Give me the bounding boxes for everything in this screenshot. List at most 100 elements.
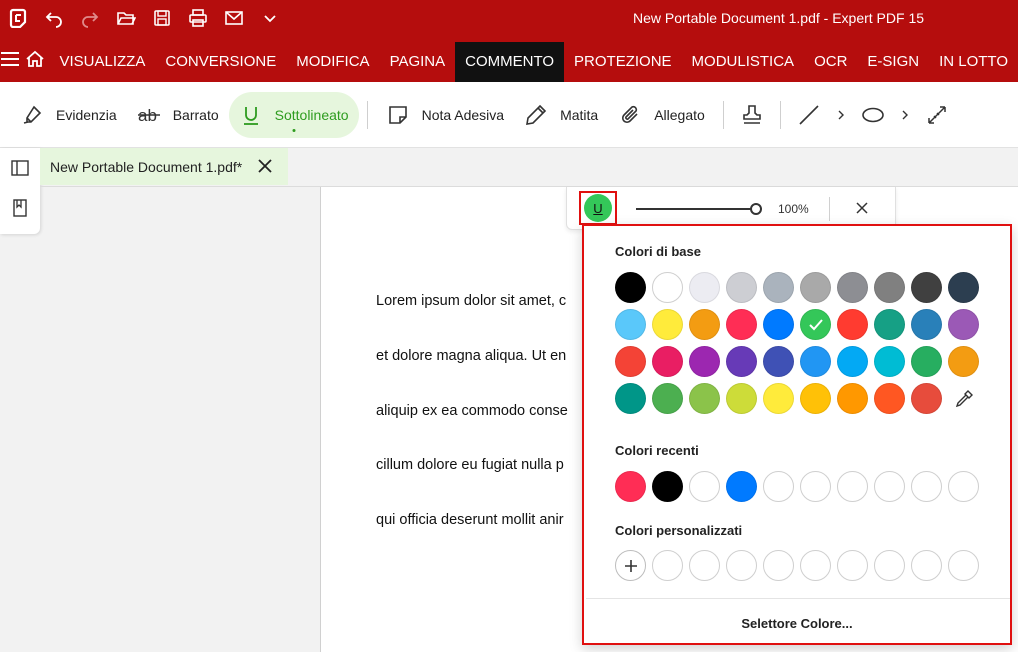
- color-swatch[interactable]: [948, 346, 979, 377]
- line-icon[interactable]: [789, 92, 829, 138]
- chevron-right-icon[interactable]: [829, 92, 853, 138]
- custom-colors-title: Colori personalizzati: [615, 523, 743, 538]
- highlight-button[interactable]: Evidenzia: [10, 92, 127, 138]
- recent-color-swatch[interactable]: [726, 471, 757, 502]
- custom-color-slot[interactable]: [837, 550, 868, 581]
- color-swatch[interactable]: [911, 383, 942, 414]
- close-tab-icon[interactable]: [256, 157, 274, 175]
- sticky-note-button[interactable]: Nota Adesiva: [376, 92, 515, 138]
- menu-protezione[interactable]: PROTEZIONE: [564, 36, 682, 82]
- custom-color-slot[interactable]: [652, 550, 683, 581]
- menu-pagina[interactable]: PAGINA: [380, 36, 456, 82]
- color-swatch[interactable]: [615, 309, 646, 340]
- color-swatch[interactable]: [763, 272, 794, 303]
- color-selector-button[interactable]: Selettore Colore...: [584, 610, 1010, 638]
- home-icon[interactable]: [20, 36, 50, 82]
- add-custom-color-button[interactable]: [615, 550, 646, 581]
- color-swatch[interactable]: [615, 272, 646, 303]
- ellipse-icon[interactable]: [853, 92, 893, 138]
- color-swatch[interactable]: [763, 346, 794, 377]
- color-swatch[interactable]: [911, 272, 942, 303]
- color-swatch[interactable]: [837, 346, 868, 377]
- color-swatch-button[interactable]: U: [579, 191, 617, 225]
- pencil-button[interactable]: Matita: [514, 92, 608, 138]
- menu-in-lotto[interactable]: IN LOTTO: [929, 36, 1018, 82]
- recent-color-swatch[interactable]: [689, 471, 720, 502]
- color-swatch[interactable]: [689, 346, 720, 377]
- stamp-icon[interactable]: [732, 92, 772, 138]
- recent-color-swatch[interactable]: [652, 471, 683, 502]
- panel-toggle-icon[interactable]: [0, 148, 40, 188]
- ribbon-toolbar: Evidenzia ab Barrato Sottolineato Nota A…: [0, 82, 1018, 148]
- custom-color-slot[interactable]: [911, 550, 942, 581]
- color-swatch[interactable]: [874, 383, 905, 414]
- color-swatch[interactable]: [911, 346, 942, 377]
- color-swatch[interactable]: [948, 309, 979, 340]
- color-swatch[interactable]: [837, 272, 868, 303]
- color-swatch[interactable]: [874, 309, 905, 340]
- save-icon[interactable]: [144, 0, 180, 36]
- color-swatch[interactable]: [800, 346, 831, 377]
- strikethrough-button[interactable]: ab Barrato: [127, 92, 229, 138]
- app-logo-icon[interactable]: [0, 0, 36, 36]
- custom-color-slot[interactable]: [800, 550, 831, 581]
- color-swatch[interactable]: [911, 309, 942, 340]
- color-swatch[interactable]: [652, 346, 683, 377]
- document-tab[interactable]: New Portable Document 1.pdf*: [40, 148, 288, 185]
- menu-e-sign[interactable]: E-SIGN: [857, 36, 929, 82]
- ribbon-separator: [779, 100, 781, 129]
- color-swatch[interactable]: [837, 383, 868, 414]
- custom-color-slot[interactable]: [689, 550, 720, 581]
- menu-commento[interactable]: COMMENTO: [455, 42, 565, 82]
- email-icon[interactable]: [216, 0, 252, 36]
- color-swatch[interactable]: [800, 383, 831, 414]
- recent-color-swatch[interactable]: [615, 471, 646, 502]
- color-swatch[interactable]: [652, 309, 683, 340]
- print-icon[interactable]: [180, 0, 216, 36]
- color-swatch[interactable]: [689, 309, 720, 340]
- menu-bar: VISUALIZZA CONVERSIONE MODIFICA PAGINA C…: [0, 36, 1018, 82]
- color-swatch[interactable]: [763, 309, 794, 340]
- chevron-down-icon[interactable]: [252, 0, 288, 36]
- menu-modulistica[interactable]: MODULISTICA: [682, 36, 805, 82]
- color-swatch[interactable]: [689, 272, 720, 303]
- color-swatch[interactable]: [837, 309, 868, 340]
- menu-ocr[interactable]: OCR: [804, 36, 857, 82]
- color-swatch[interactable]: [763, 383, 794, 414]
- color-swatch-selected[interactable]: [800, 309, 831, 340]
- hamburger-menu-icon[interactable]: [0, 36, 20, 82]
- underline-button[interactable]: Sottolineato: [228, 91, 359, 138]
- custom-color-slot[interactable]: [874, 550, 905, 581]
- color-swatch[interactable]: [652, 272, 683, 303]
- opacity-slider-handle[interactable]: [750, 203, 762, 215]
- custom-color-slot[interactable]: [948, 550, 979, 581]
- color-swatch[interactable]: [652, 383, 683, 414]
- menu-visualizza[interactable]: VISUALIZZA: [50, 36, 156, 82]
- color-swatch[interactable]: [726, 309, 757, 340]
- open-folder-icon[interactable]: [108, 0, 144, 36]
- menu-conversione[interactable]: CONVERSIONE: [155, 36, 286, 82]
- color-swatch[interactable]: [948, 272, 979, 303]
- color-swatch[interactable]: [615, 383, 646, 414]
- underline-label: Sottolineato: [274, 106, 349, 123]
- attachment-button[interactable]: Allegato: [608, 92, 715, 138]
- undo-icon[interactable]: [36, 0, 72, 36]
- color-swatch[interactable]: [800, 272, 831, 303]
- chevron-right-icon[interactable]: [893, 92, 917, 138]
- measure-icon[interactable]: [917, 92, 957, 138]
- color-swatch[interactable]: [874, 346, 905, 377]
- close-icon[interactable]: [854, 200, 870, 216]
- redo-icon[interactable]: [72, 0, 108, 36]
- menu-modifica[interactable]: MODIFICA: [286, 36, 379, 82]
- opacity-slider[interactable]: [636, 208, 756, 210]
- custom-color-slot[interactable]: [726, 550, 757, 581]
- color-swatch[interactable]: [726, 383, 757, 414]
- custom-color-slot[interactable]: [763, 550, 794, 581]
- color-swatch[interactable]: [726, 272, 757, 303]
- eyedropper-icon[interactable]: [948, 383, 979, 414]
- color-swatch[interactable]: [615, 346, 646, 377]
- color-swatch[interactable]: [726, 346, 757, 377]
- color-swatch[interactable]: [689, 383, 720, 414]
- bookmark-icon[interactable]: [0, 188, 40, 228]
- color-swatch[interactable]: [874, 272, 905, 303]
